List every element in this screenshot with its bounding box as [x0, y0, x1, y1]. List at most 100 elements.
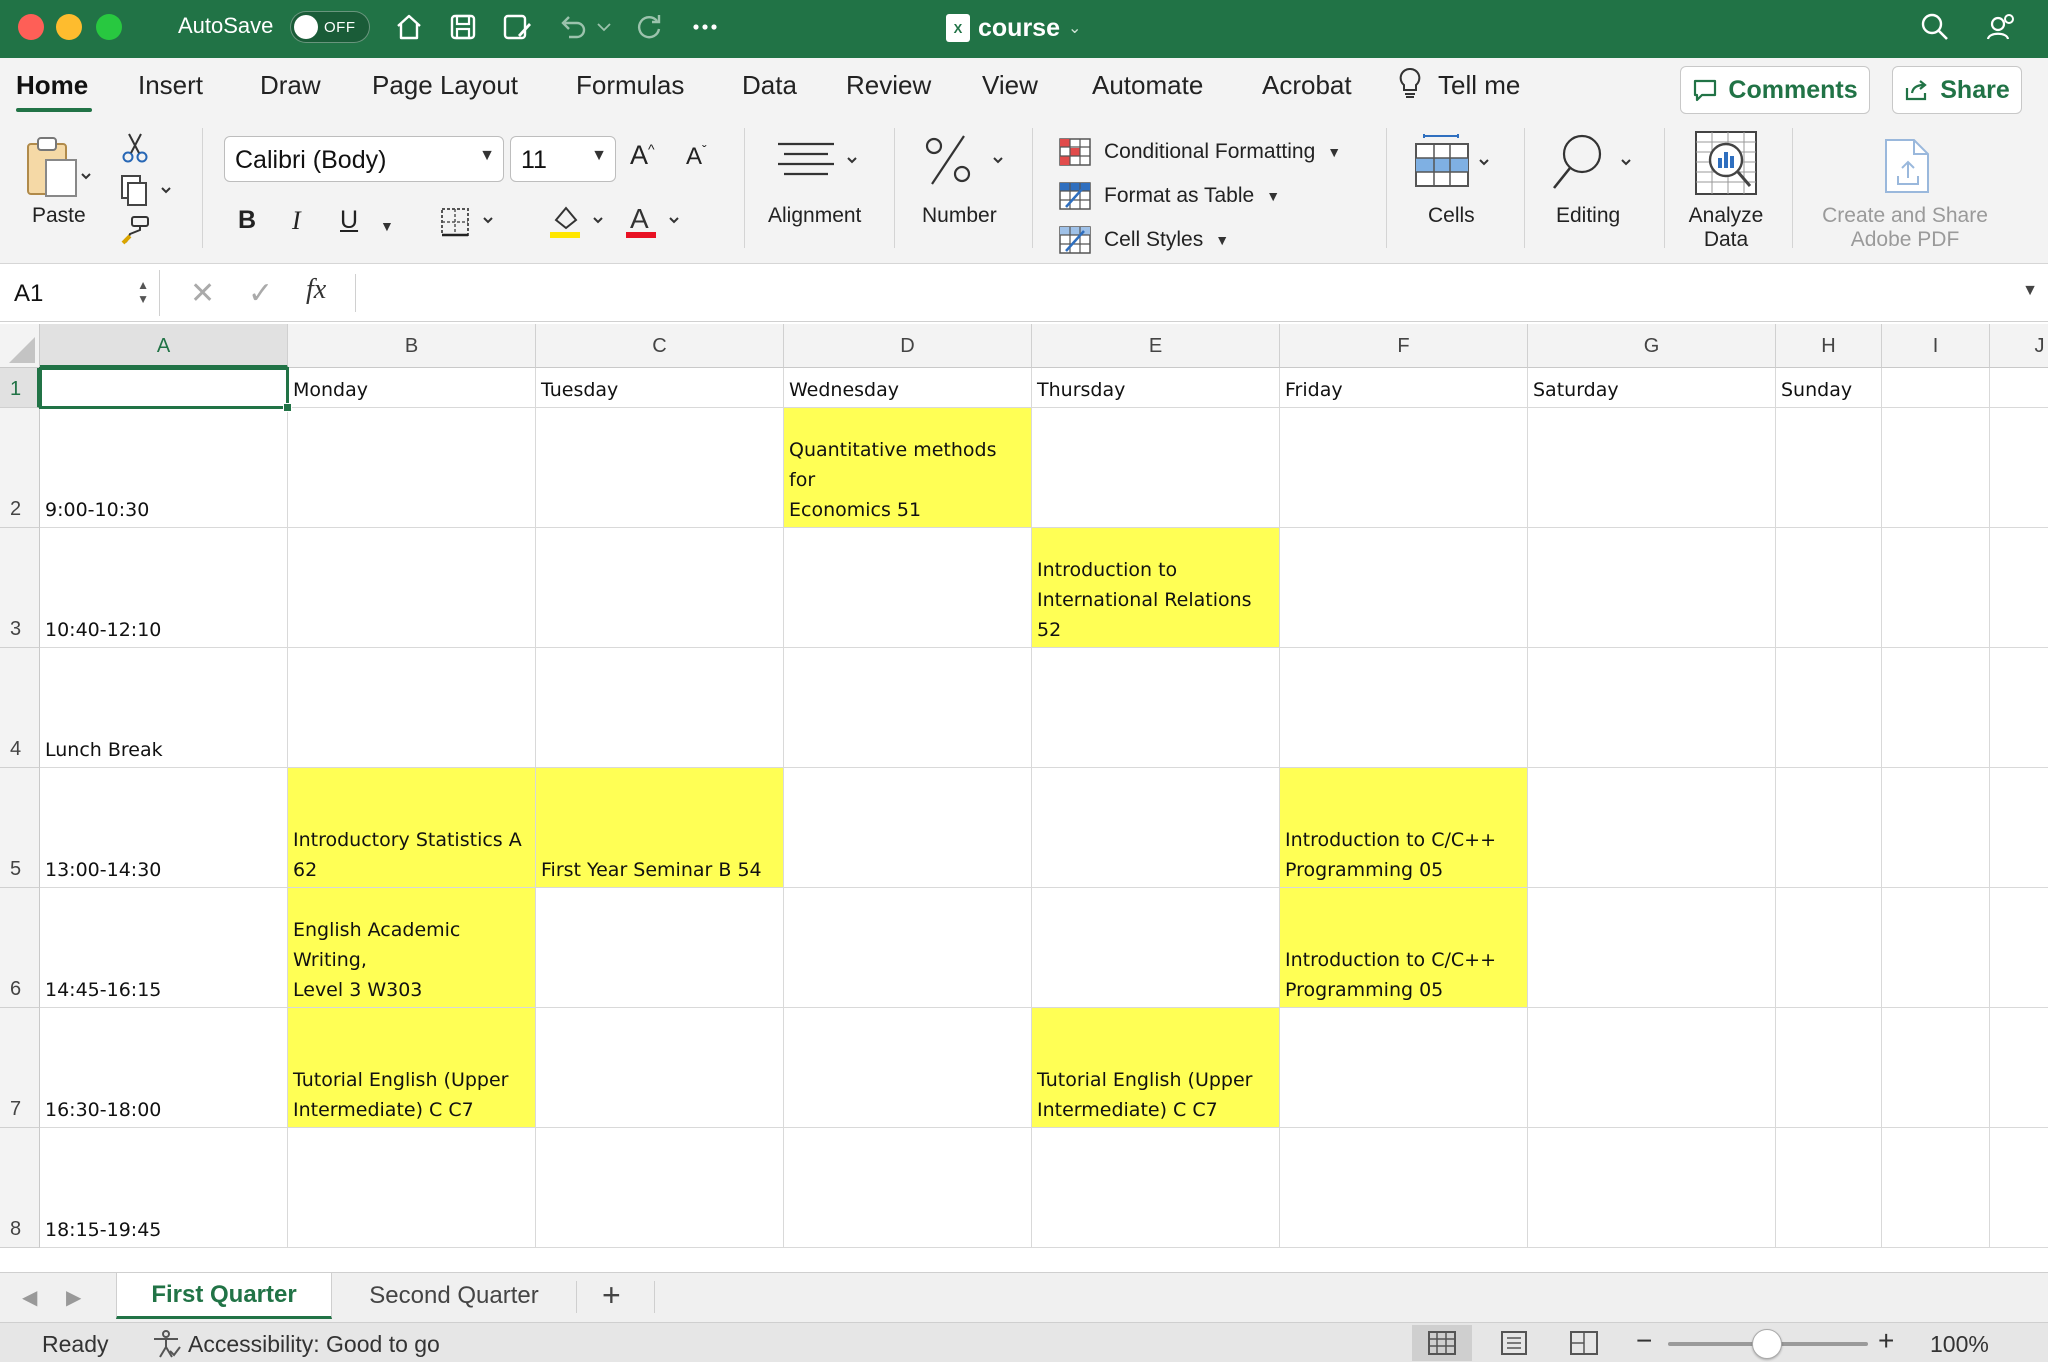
- adobe-pdf-icon[interactable]: [1880, 136, 1936, 201]
- cell-h2[interactable]: [1776, 408, 1882, 528]
- cancel-entry-icon[interactable]: ✕: [190, 276, 215, 311]
- add-sheet-icon[interactable]: +: [602, 1277, 621, 1314]
- cell-h1[interactable]: Sunday: [1776, 368, 1882, 408]
- cell-e6[interactable]: [1032, 888, 1280, 1008]
- cell-j7[interactable]: [1990, 1008, 2048, 1128]
- cell-d2[interactable]: Quantitative methods for Economics 51: [784, 408, 1032, 528]
- share-people-icon[interactable]: [1982, 8, 2020, 46]
- cell-j1[interactable]: [1990, 368, 2048, 408]
- format-as-table-button[interactable]: Format as Table ▼: [1058, 178, 1280, 214]
- editing-label[interactable]: Editing: [1556, 204, 1620, 228]
- cell-f3[interactable]: [1280, 528, 1528, 648]
- cell-c5[interactable]: First Year Seminar B 54: [536, 768, 784, 888]
- fill-handle[interactable]: [283, 403, 292, 412]
- zoom-in-icon[interactable]: +: [1878, 1325, 1894, 1357]
- cell-i5[interactable]: [1882, 768, 1990, 888]
- conditional-formatting-button[interactable]: Conditional Formatting ▼: [1058, 134, 1341, 170]
- confirm-entry-icon[interactable]: ✓: [248, 276, 273, 311]
- cell-e1[interactable]: Thursday: [1032, 368, 1280, 408]
- cell-g7[interactable]: [1528, 1008, 1776, 1128]
- cell-i8[interactable]: [1882, 1128, 1990, 1248]
- sheet-tab-second-quarter[interactable]: Second Quarter: [334, 1273, 574, 1319]
- undo-icon[interactable]: [554, 8, 592, 46]
- cell-e2[interactable]: [1032, 408, 1280, 528]
- cell-i7[interactable]: [1882, 1008, 1990, 1128]
- cell-a1[interactable]: [40, 368, 288, 408]
- bold-button[interactable]: B: [238, 206, 256, 235]
- number-format-icon[interactable]: [924, 132, 1004, 195]
- cell-g1[interactable]: Saturday: [1528, 368, 1776, 408]
- analyze-data-label[interactable]: Analyze Data: [1686, 204, 1766, 252]
- tab-data[interactable]: Data: [742, 70, 797, 101]
- cell-c6[interactable]: [536, 888, 784, 1008]
- cells-label[interactable]: Cells: [1428, 204, 1475, 228]
- cell-c1[interactable]: Tuesday: [536, 368, 784, 408]
- font-name-select[interactable]: Calibri (Body) ▼: [224, 136, 504, 182]
- cell-f4[interactable]: [1280, 648, 1528, 768]
- sheet-tab-first-quarter[interactable]: First Quarter: [116, 1273, 332, 1319]
- tab-draw[interactable]: Draw: [260, 70, 321, 101]
- cell-e7[interactable]: Tutorial English (Upper Intermediate) C …: [1032, 1008, 1280, 1128]
- more-icon[interactable]: [686, 8, 724, 46]
- cell-g8[interactable]: [1528, 1128, 1776, 1248]
- cell-f2[interactable]: [1280, 408, 1528, 528]
- italic-button[interactable]: I: [292, 206, 301, 236]
- accessibility-icon[interactable]: [150, 1329, 182, 1362]
- next-sheet-icon[interactable]: ▶: [66, 1285, 81, 1310]
- row-header-7[interactable]: 7: [0, 1008, 40, 1128]
- tab-tell-me[interactable]: Tell me: [1438, 70, 1520, 101]
- cell-c2[interactable]: [536, 408, 784, 528]
- column-header-g[interactable]: G: [1528, 324, 1776, 368]
- column-header-a[interactable]: A: [40, 324, 288, 368]
- cell-d6[interactable]: [784, 888, 1032, 1008]
- cell-styles-button[interactable]: Cell Styles ▼: [1058, 222, 1229, 258]
- font-color-icon[interactable]: A: [624, 202, 686, 245]
- cell-j3[interactable]: [1990, 528, 2048, 648]
- tab-insert[interactable]: Insert: [138, 70, 203, 101]
- cell-d4[interactable]: [784, 648, 1032, 768]
- cell-i3[interactable]: [1882, 528, 1990, 648]
- home-icon[interactable]: [390, 8, 428, 46]
- cut-icon[interactable]: [120, 132, 150, 169]
- zoom-level[interactable]: 100%: [1930, 1331, 1989, 1358]
- cell-b7[interactable]: Tutorial English (Upper Intermediate) C …: [288, 1008, 536, 1128]
- fill-color-icon[interactable]: [548, 202, 610, 245]
- row-header-2[interactable]: 2: [0, 408, 40, 528]
- normal-view-button[interactable]: [1412, 1325, 1472, 1361]
- tab-automate[interactable]: Automate: [1092, 70, 1203, 101]
- tab-view[interactable]: View: [982, 70, 1038, 101]
- column-header-h[interactable]: H: [1776, 324, 1882, 368]
- cell-b4[interactable]: [288, 648, 536, 768]
- cell-h3[interactable]: [1776, 528, 1882, 648]
- accessibility-status[interactable]: Accessibility: Good to go: [188, 1331, 440, 1358]
- row-header-8[interactable]: 8: [0, 1128, 40, 1248]
- alignment-label[interactable]: Alignment: [768, 204, 861, 228]
- decrease-font-size-icon[interactable]: Aˇ: [686, 142, 707, 171]
- zoom-slider-knob[interactable]: [1752, 1329, 1782, 1359]
- cell-b5[interactable]: Introductory Statistics A 62: [288, 768, 536, 888]
- maximize-window-button[interactable]: [96, 14, 122, 40]
- page-break-view-button[interactable]: [1554, 1325, 1614, 1361]
- cell-b3[interactable]: [288, 528, 536, 648]
- cell-e5[interactable]: [1032, 768, 1280, 888]
- cell-c4[interactable]: [536, 648, 784, 768]
- row-header-6[interactable]: 6: [0, 888, 40, 1008]
- format-painter-icon[interactable]: [120, 214, 152, 251]
- column-header-d[interactable]: D: [784, 324, 1032, 368]
- tab-home[interactable]: Home: [16, 70, 88, 101]
- document-title[interactable]: X course ⌄: [946, 10, 1081, 46]
- underline-button[interactable]: U: [340, 206, 358, 235]
- cell-d3[interactable]: [784, 528, 1032, 648]
- underline-dropdown-icon[interactable]: ▼: [380, 218, 394, 234]
- cell-g6[interactable]: [1528, 888, 1776, 1008]
- cell-a2[interactable]: 9:00-10:30: [40, 408, 288, 528]
- undo-dropdown-icon[interactable]: [592, 8, 616, 46]
- autosave-toggle[interactable]: OFF: [290, 11, 370, 43]
- cell-j2[interactable]: [1990, 408, 2048, 528]
- minimize-window-button[interactable]: [56, 14, 82, 40]
- column-header-f[interactable]: F: [1280, 324, 1528, 368]
- cell-i4[interactable]: [1882, 648, 1990, 768]
- cell-a5[interactable]: 13:00-14:30: [40, 768, 288, 888]
- cell-b1[interactable]: Monday: [288, 368, 536, 408]
- page-layout-view-button[interactable]: [1484, 1325, 1544, 1361]
